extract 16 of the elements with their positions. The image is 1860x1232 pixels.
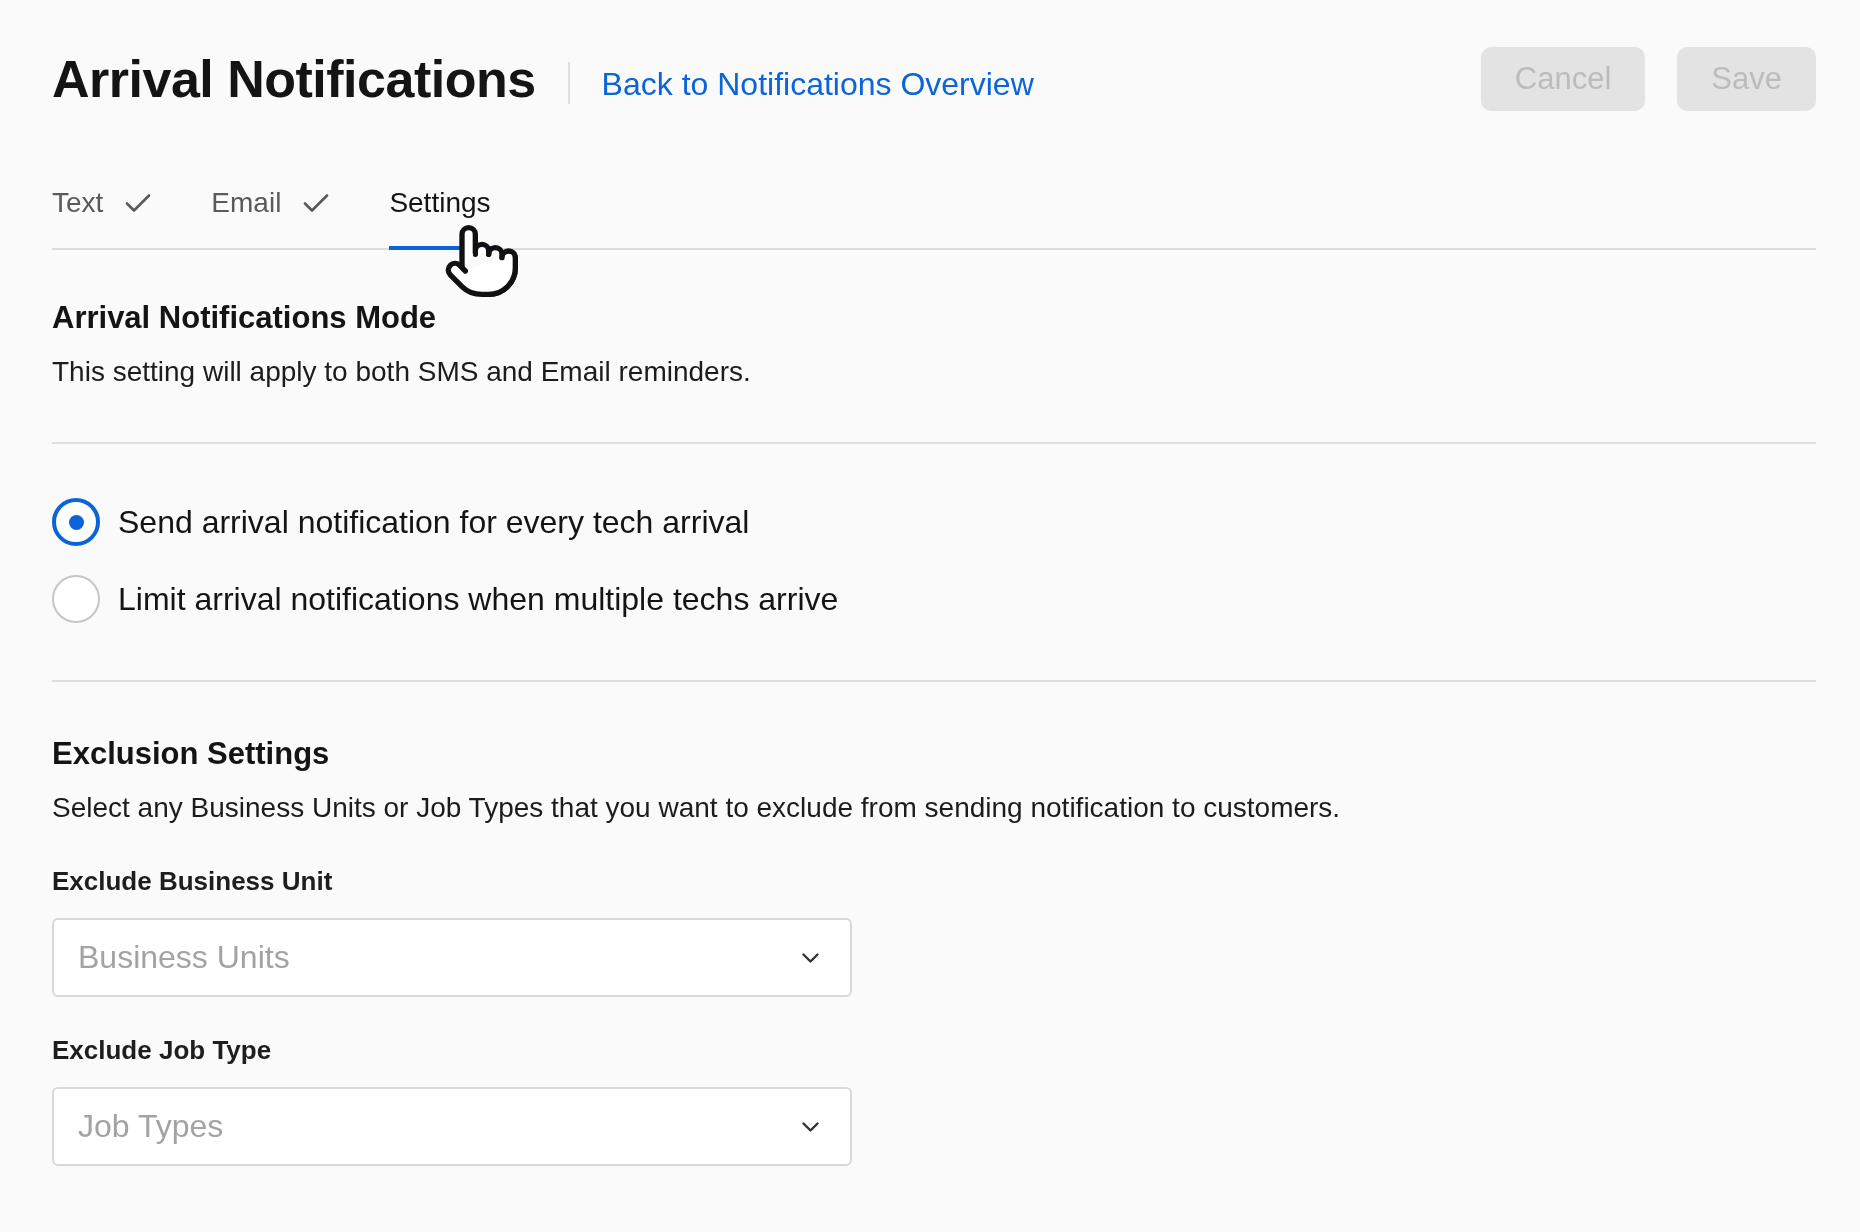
radio-button[interactable] (52, 575, 100, 623)
section-description: Select any Business Units or Job Types that you want to exclude from sending notification to customers. (52, 792, 1341, 824)
chevron-down-icon (802, 952, 819, 963)
radio-button[interactable] (52, 498, 100, 546)
tab[interactable]: Text (52, 186, 152, 250)
radio-label: Limit arrival notifications when multiple techs arrive (118, 580, 839, 618)
section-title: Exclusion Settings (52, 736, 330, 772)
section-description: This setting will apply to both SMS and Email reminders. (52, 356, 751, 388)
page-title: Arrival Notifications (52, 49, 536, 109)
back-link[interactable]: Back to Notifications Overview (601, 65, 1034, 103)
tab[interactable]: Email (211, 186, 330, 250)
chevron-down-icon (802, 1121, 819, 1132)
field-label: Exclude Business Unit (52, 866, 333, 896)
radio-label: Send arrival notification for every tech arrival (118, 503, 750, 541)
field-label: Exclude Job Type (52, 1035, 272, 1065)
section-title: Arrival Notifications Mode (52, 300, 437, 336)
